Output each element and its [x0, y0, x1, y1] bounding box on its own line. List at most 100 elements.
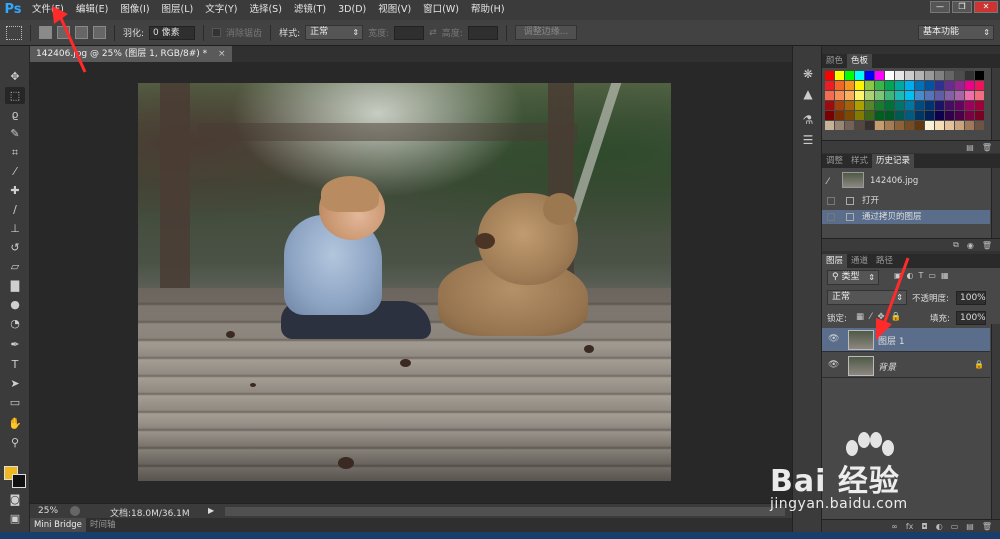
trash-icon[interactable]: 🗑 — [982, 241, 992, 250]
color-swatch[interactable] — [935, 121, 944, 130]
quick-select-tool-icon[interactable]: ✎ — [5, 125, 25, 142]
color-swatch[interactable] — [975, 111, 984, 120]
close-button[interactable]: ✕ — [974, 1, 998, 13]
style-select[interactable]: 正常 — [305, 25, 364, 40]
navigator-icon[interactable]: ❋ — [800, 66, 816, 82]
refine-edge-button[interactable]: 调整边缘... — [514, 25, 578, 40]
camera-icon[interactable]: ◉ — [967, 241, 974, 250]
background-color-swatch[interactable] — [12, 474, 26, 488]
color-swatch[interactable] — [885, 81, 894, 90]
color-swatch[interactable] — [825, 101, 834, 110]
color-swatch[interactable] — [915, 111, 924, 120]
color-swatch[interactable] — [855, 111, 864, 120]
restore-button[interactable]: ❐ — [952, 1, 972, 13]
color-swatch[interactable] — [875, 81, 884, 90]
color-swatch[interactable] — [895, 111, 904, 120]
color-swatch[interactable] — [865, 81, 874, 90]
layer-name[interactable]: 背景 — [878, 360, 896, 373]
color-swatch[interactable] — [825, 81, 834, 90]
color-swatch[interactable] — [905, 121, 914, 130]
fx-icon[interactable]: fx — [906, 522, 914, 531]
zoom-tool-icon[interactable]: ⚲ — [5, 434, 25, 451]
color-swatch[interactable] — [865, 101, 874, 110]
status-info-icon[interactable] — [70, 506, 80, 516]
color-swatch[interactable] — [965, 81, 974, 90]
history-step[interactable]: 打开 — [822, 194, 990, 208]
history-brush-checkbox[interactable] — [827, 213, 835, 221]
brush-tool-icon[interactable]: ∕ — [5, 201, 25, 218]
color-swatch[interactable] — [855, 71, 864, 80]
clone-stamp-tool-icon[interactable]: ⊥ — [5, 220, 25, 237]
history-scrollbar[interactable] — [991, 168, 1000, 238]
color-swatch[interactable] — [945, 91, 954, 100]
color-swatch[interactable] — [965, 71, 974, 80]
color-swatch[interactable] — [945, 121, 954, 130]
color-swatch[interactable] — [875, 71, 884, 80]
brush-preset-icon[interactable]: ⚗ — [800, 112, 816, 128]
color-swatch[interactable] — [965, 111, 974, 120]
color-swatch[interactable] — [945, 71, 954, 80]
color-swatch[interactable] — [905, 71, 914, 80]
color-swatch[interactable] — [975, 81, 984, 90]
crop-tool-icon[interactable]: ⌗ — [5, 144, 25, 161]
color-swatch[interactable] — [825, 71, 834, 80]
rect-marquee-tool-icon[interactable]: ⬚ — [5, 87, 25, 104]
color-swatch[interactable] — [935, 101, 944, 110]
workspace-select[interactable]: 基本功能 — [918, 25, 994, 40]
color-swatch[interactable] — [945, 101, 954, 110]
tab-mini-bridge[interactable]: Mini Bridge — [30, 518, 86, 532]
color-swatch[interactable] — [835, 81, 844, 90]
screen-mode-icon[interactable]: ▣ — [5, 510, 25, 527]
color-swatch[interactable] — [895, 71, 904, 80]
color-swatch[interactable] — [855, 81, 864, 90]
color-swatch[interactable] — [965, 121, 974, 130]
color-swatch[interactable] — [865, 91, 874, 100]
color-swatch[interactable] — [845, 101, 854, 110]
color-swatch[interactable] — [965, 91, 974, 100]
color-swatch[interactable] — [915, 81, 924, 90]
color-swatch[interactable] — [885, 71, 894, 80]
color-swatch[interactable] — [975, 101, 984, 110]
color-swatch[interactable] — [825, 121, 834, 130]
color-swatch[interactable] — [925, 121, 934, 130]
color-swatch[interactable] — [875, 111, 884, 120]
color-swatch[interactable] — [915, 71, 924, 80]
new-layer-icon[interactable]: ▤ — [966, 522, 974, 531]
eye-icon[interactable]: 👁 — [828, 360, 839, 370]
color-swatch[interactable] — [925, 71, 934, 80]
color-swatch[interactable] — [955, 71, 964, 80]
color-swatch[interactable] — [975, 91, 984, 100]
dodge-tool-icon[interactable]: ◔ — [5, 315, 25, 332]
status-menu-arrow-icon[interactable]: ▶ — [208, 506, 216, 515]
history-brush-checkbox[interactable] — [827, 197, 835, 205]
swatches-scrollbar[interactable] — [991, 68, 1000, 140]
trash-icon[interactable]: 🗑 — [982, 522, 992, 531]
mask-icon[interactable]: ◘ — [921, 522, 927, 531]
quick-mask-icon[interactable]: ◙ — [5, 491, 25, 508]
menu-filter[interactable]: 滤镜(T) — [288, 0, 332, 20]
color-swatch[interactable] — [885, 91, 894, 100]
color-swatch[interactable] — [905, 111, 914, 120]
shape-tool-icon[interactable]: ▭ — [5, 394, 25, 411]
color-swatch[interactable] — [925, 91, 934, 100]
color-swatch[interactable] — [945, 111, 954, 120]
menu-3d[interactable]: 3D(D) — [332, 0, 372, 20]
tab-history[interactable]: 历史记录 — [872, 154, 915, 168]
tab-layers[interactable]: 图层 — [822, 254, 848, 268]
history-brush-tool-icon[interactable]: ↺ — [5, 239, 25, 256]
gradient-tool-icon[interactable]: ▇ — [5, 277, 25, 294]
color-swatch[interactable] — [875, 91, 884, 100]
color-swatch[interactable] — [845, 71, 854, 80]
color-swatch[interactable] — [925, 111, 934, 120]
menu-select[interactable]: 选择(S) — [243, 0, 287, 20]
feather-input[interactable]: 0 像素 — [149, 25, 196, 40]
new-document-icon[interactable]: ⧉ — [953, 240, 959, 250]
color-swatch[interactable] — [895, 91, 904, 100]
color-swatch[interactable] — [955, 81, 964, 90]
close-icon[interactable]: × — [218, 49, 226, 59]
color-swatch[interactable] — [875, 121, 884, 130]
color-swatch[interactable] — [895, 121, 904, 130]
zoom-level[interactable]: 25% — [38, 506, 58, 516]
adjustment-icon[interactable]: ◐ — [936, 522, 943, 531]
document-canvas-photo[interactable] — [138, 83, 671, 481]
